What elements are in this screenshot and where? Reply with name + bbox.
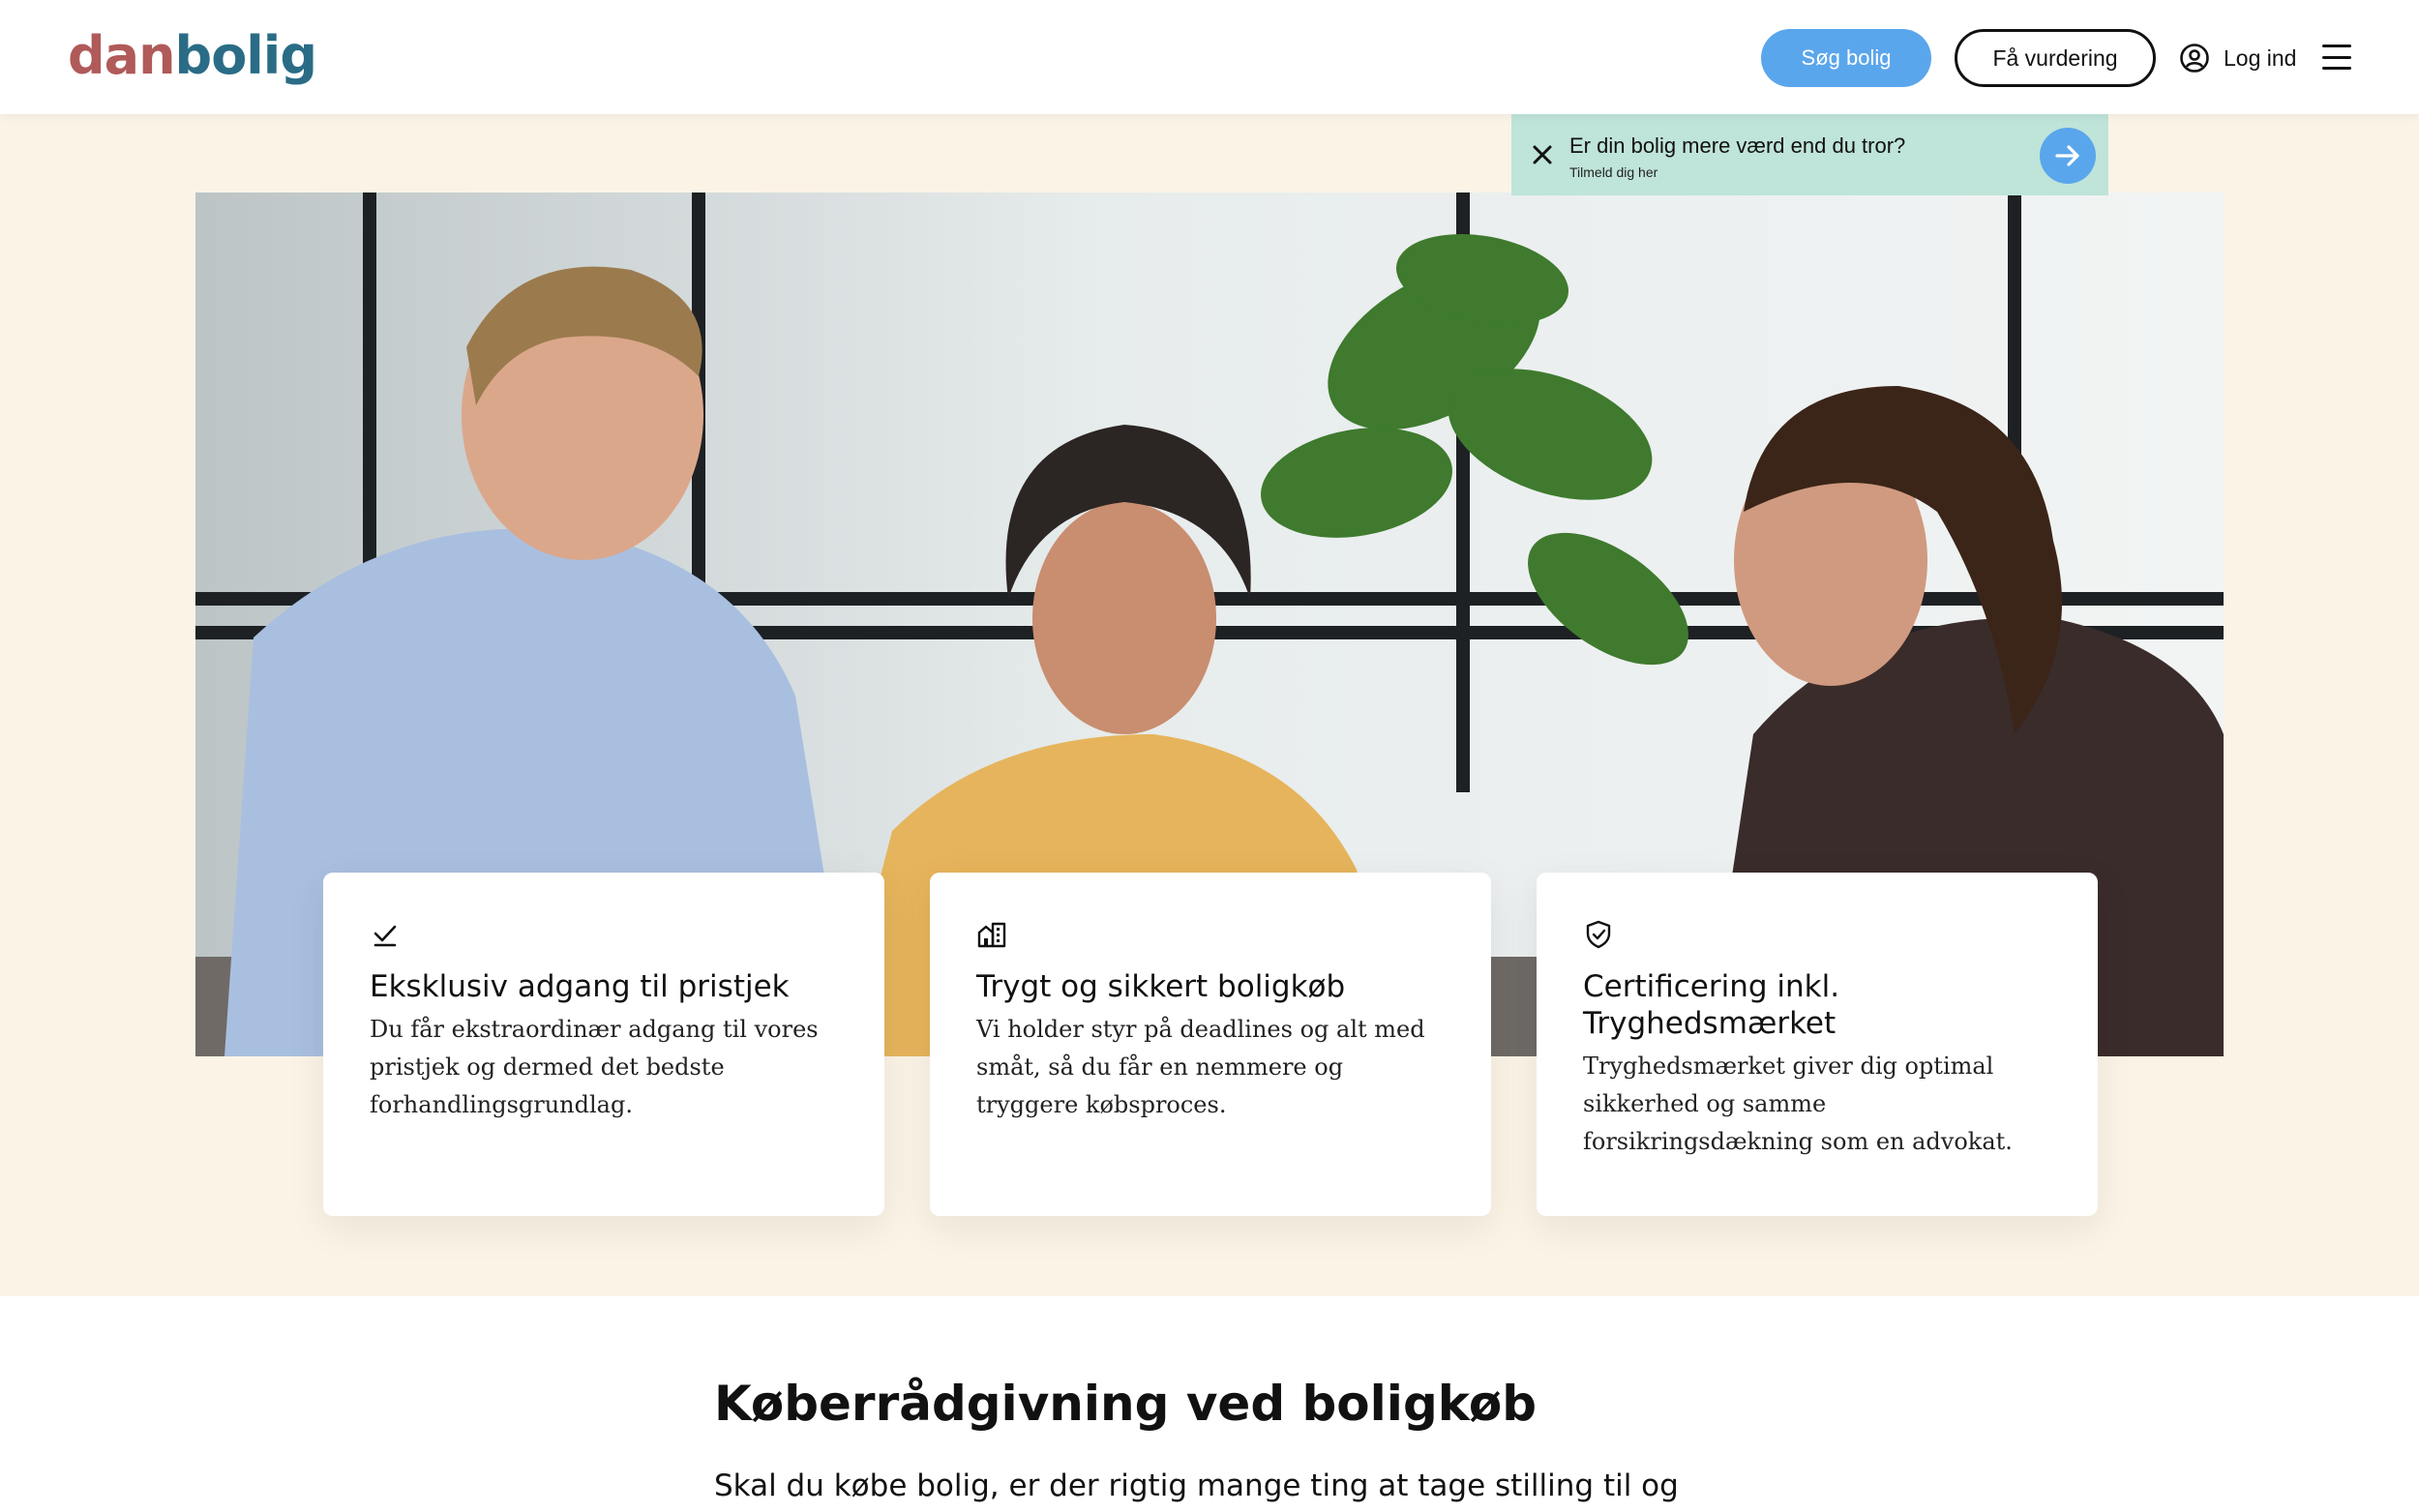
shield-check-icon xyxy=(1586,920,1611,949)
banner-arrow-button[interactable] xyxy=(2040,128,2096,184)
login-link[interactable]: Log ind xyxy=(2179,39,2296,77)
logo-part-bolig: bolig xyxy=(174,25,317,86)
get-valuation-button[interactable]: Få vurdering xyxy=(1955,29,2156,87)
feature-card-text: Tryghedsmærket giver dig optimal sikkerh… xyxy=(1583,1052,2013,1155)
feature-card-title: Certificering inkl. Tryghedsmærket xyxy=(1583,969,1840,1041)
site-header: danbolig Søg bolig Få vurdering Log ind xyxy=(0,0,2419,114)
feature-card-certificering: Certificering inkl. Tryghedsmærket Trygh… xyxy=(1537,873,2098,1216)
user-icon xyxy=(2180,44,2209,73)
feature-card-title: Eksklusiv adgang til pristjek xyxy=(370,969,790,1004)
checkmark-icon xyxy=(373,925,397,947)
search-home-button[interactable]: Søg bolig xyxy=(1761,29,1931,87)
arrow-right-icon xyxy=(2055,145,2079,166)
feature-card-pristjek: Eksklusiv adgang til pristjek Du får eks… xyxy=(323,873,884,1216)
logo-part-dan: dan xyxy=(68,25,176,86)
banner-title: Er din bolig mere værd end du tror? xyxy=(1569,133,1906,158)
section-intro: Skal du købe bolig, er der rigtig mange … xyxy=(714,1468,1679,1503)
section-title: Køberrådgivning ved boligkøb xyxy=(714,1376,1538,1432)
feature-card-trygt: Trygt og sikkert boligkøb Vi holder styr… xyxy=(930,873,1491,1216)
hamburger-menu-icon[interactable] xyxy=(2322,44,2351,70)
danbolig-logo[interactable]: danbolig xyxy=(68,25,317,86)
buildings-icon xyxy=(977,922,1006,948)
feature-card-text: Du får ekstraordinær adgang til vores pr… xyxy=(370,1016,819,1118)
close-icon[interactable] xyxy=(1529,141,1556,168)
valuation-signup-banner[interactable]: Er din bolig mere værd end du tror? Tilm… xyxy=(1511,114,2108,195)
feature-card-text: Vi holder styr på deadlines og alt med s… xyxy=(976,1016,1425,1118)
feature-card-title: Trygt og sikkert boligkøb xyxy=(976,969,1346,1004)
banner-subtitle: Tilmeld dig her xyxy=(1569,164,1658,180)
login-label: Log ind xyxy=(2224,44,2297,71)
